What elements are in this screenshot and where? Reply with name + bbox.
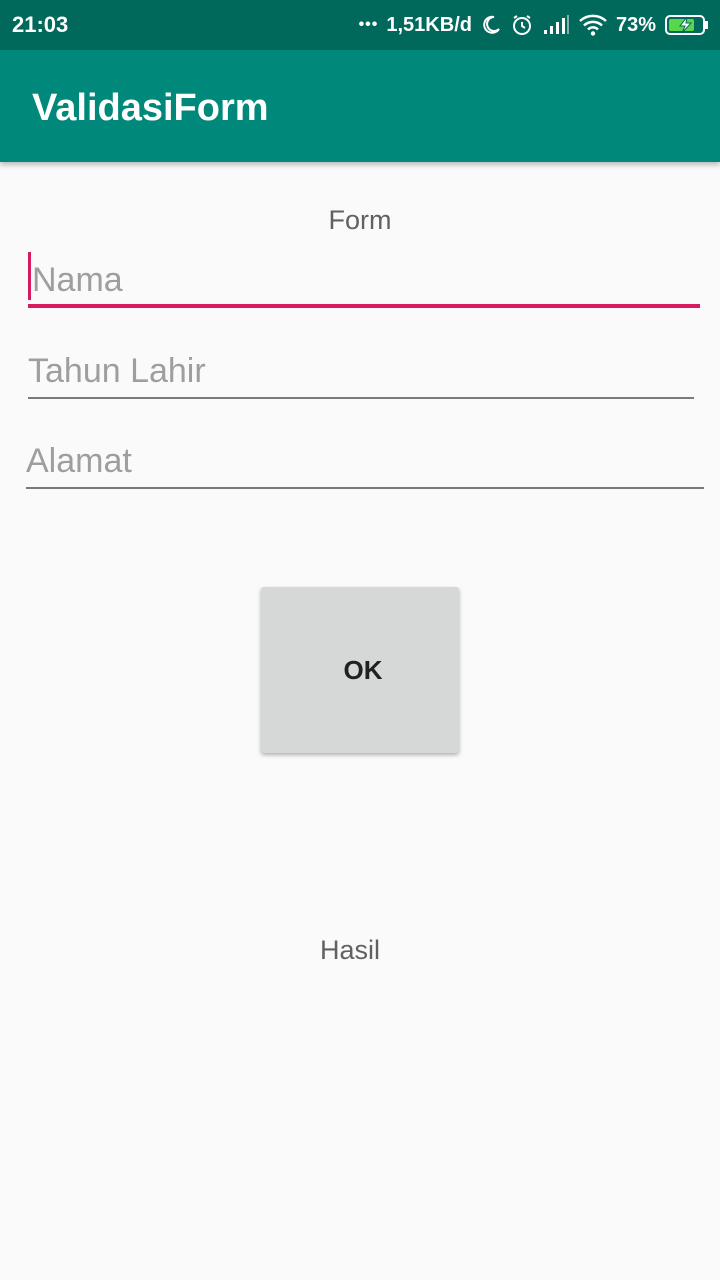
battery-charging-icon [664,13,710,37]
alarm-icon [510,13,534,37]
status-time: 21:03 [12,12,69,37]
alamat-underline [26,487,704,489]
moon-icon [480,14,502,36]
tahun-lahir-underline [28,397,694,399]
tahun-lahir-field[interactable] [28,343,694,399]
signal-icon [542,14,570,36]
status-bar: 21:03 ••• 1,51KB/d 73% [0,0,720,50]
network-speed: 1,51KB/d [386,13,472,36]
tahun-lahir-input[interactable] [28,343,694,399]
app-title: ValidasiForm [32,87,269,129]
result-label: Hasil [319,935,380,965]
nama-underline [28,304,700,308]
alamat-input[interactable] [26,433,704,489]
nama-field[interactable] [28,252,704,308]
status-icons: ••• 1,51KB/d 73% [359,10,710,40]
more-notifications-indicator: ••• [358,16,379,33]
battery-percent: 73% [615,13,656,36]
ok-button[interactable]: OK [261,587,459,753]
form-heading: Form [328,205,392,235]
nama-input[interactable] [28,252,704,308]
text-cursor [28,252,31,300]
app-bar: ValidasiForm [0,50,720,162]
wifi-icon [578,13,608,37]
alamat-field[interactable] [26,433,704,489]
